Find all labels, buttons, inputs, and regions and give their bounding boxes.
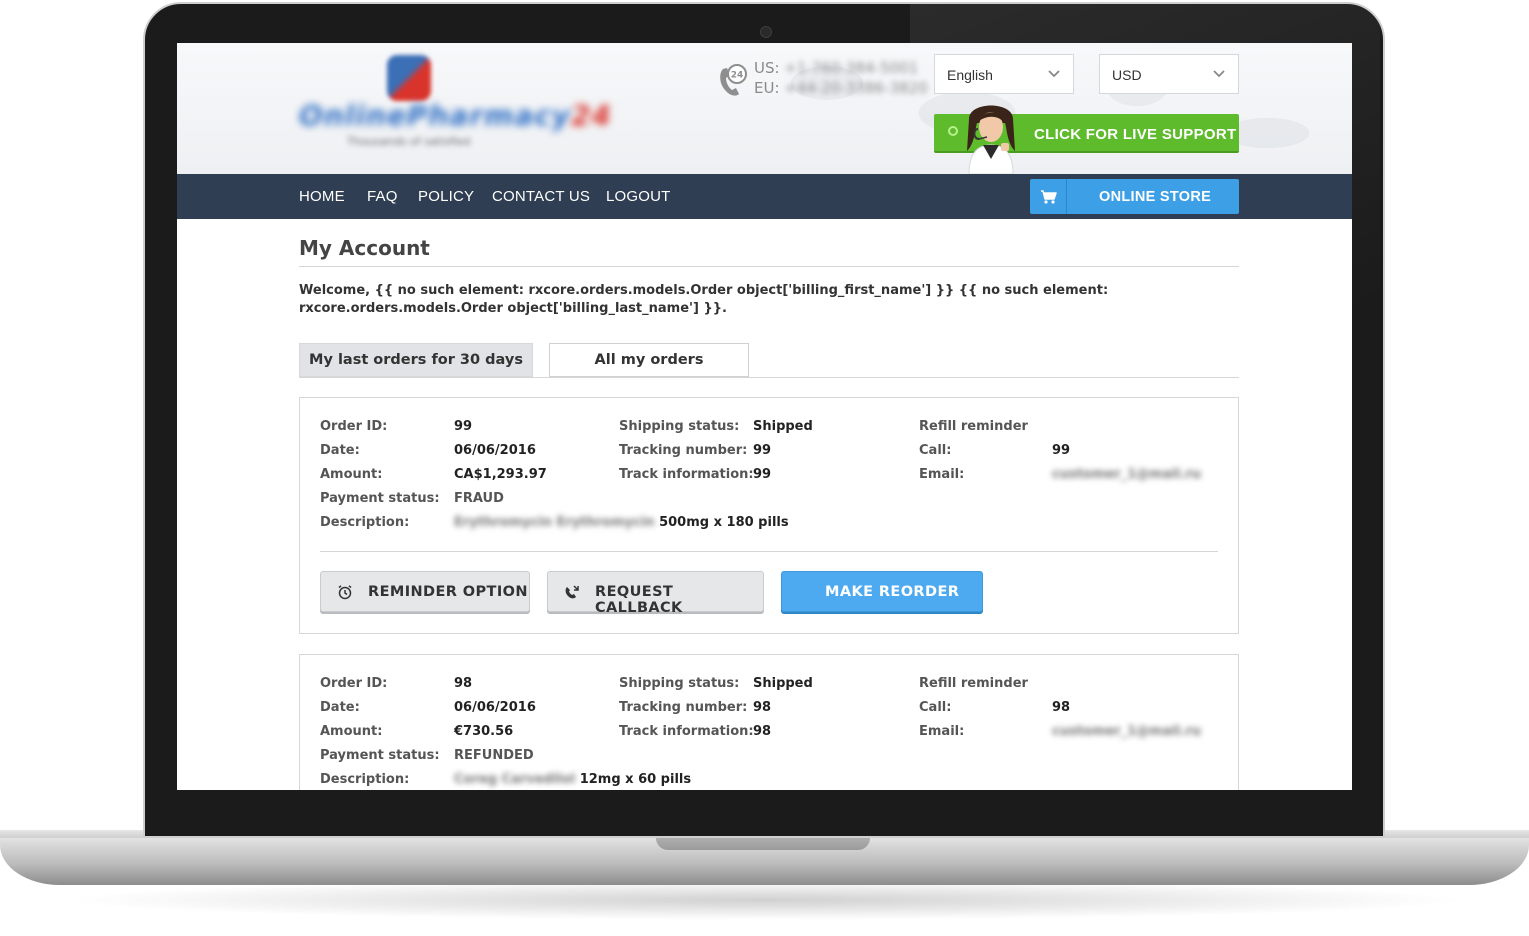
shopping-cart-icon xyxy=(1041,190,1057,204)
email-label: Email: xyxy=(919,724,965,739)
amount-label: Amount: xyxy=(320,724,383,739)
title-divider xyxy=(299,266,1239,267)
payment-status-label: Payment status: xyxy=(320,491,440,506)
email-label: Email: xyxy=(919,467,965,482)
description-product-name: Erythromycin Erythromycin xyxy=(454,515,655,530)
description-detail: 500mg x 180 pills xyxy=(659,515,789,530)
reminder-option-button[interactable]: REMINDER OPTION xyxy=(320,571,530,612)
description-label: Description: xyxy=(320,772,410,787)
currency-select[interactable]: USD xyxy=(1099,54,1239,94)
site-logo[interactable]: OnlinePharmacy24 Thousands of satisfied xyxy=(299,55,611,150)
description-detail: 12mg x 60 pills xyxy=(579,772,692,787)
reminder-option-label: REMINDER OPTION xyxy=(368,584,528,600)
amount-value: CA$1,293.97 xyxy=(454,467,547,482)
request-callback-label: REQUEST CALLBACK xyxy=(595,584,683,616)
track-information-value: 99 xyxy=(753,467,772,482)
us-phone-number[interactable]: +1-760-384-5001 xyxy=(784,58,918,78)
request-callback-button[interactable]: REQUEST CALLBACK xyxy=(547,571,764,616)
logo-mark-icon xyxy=(387,55,431,101)
nav-policy[interactable]: POLICY xyxy=(418,188,474,205)
make-reorder-label: MAKE REORDER xyxy=(825,584,960,600)
support-agent-avatar xyxy=(967,105,1015,174)
phone-numbers: US: +1-760-384-5001 EU: +44-20-3386-3820 xyxy=(754,58,928,98)
online-store-button[interactable]: ONLINE STORE xyxy=(1030,179,1239,214)
amount-label: Amount: xyxy=(320,467,383,482)
description-value: Coreg Carvedilol 12mg x 60 pills xyxy=(454,772,691,787)
us-label: US: xyxy=(754,59,780,77)
track-information-label: Track information: xyxy=(619,724,754,739)
language-select-value: English xyxy=(947,67,993,83)
date-label: Date: xyxy=(320,700,360,715)
browser-screen: OnlinePharmacy24 Thousands of satisfied … xyxy=(177,43,1352,790)
description-product-name: Coreg Carvedilol xyxy=(454,772,576,787)
track-information-label: Track information: xyxy=(619,467,754,482)
nav-contact-us[interactable]: CONTACT US xyxy=(492,188,590,205)
tracking-number-label: Tracking number: xyxy=(619,443,748,458)
order-id-label: Order ID: xyxy=(320,419,388,434)
refill-reminder-label: Refill reminder xyxy=(919,419,1028,434)
payment-status-value: FRAUD xyxy=(454,491,504,506)
nav-logout[interactable]: LOGOUT xyxy=(606,188,671,205)
tab-last-30-days[interactable]: My last orders for 30 days xyxy=(299,343,533,377)
order-card: Order ID: 98 Date: 06/06/2016 Amount: €7… xyxy=(299,654,1239,790)
live-support-label: CLICK FOR LIVE SUPPORT xyxy=(1034,126,1237,143)
eu-label: EU: xyxy=(754,79,780,97)
call-label: Call: xyxy=(919,443,952,458)
call-value: 99 xyxy=(1052,443,1071,458)
chevron-down-icon xyxy=(1213,70,1225,78)
tabs-divider xyxy=(299,377,1239,378)
shipping-status-value: Shipped xyxy=(753,419,813,434)
welcome-message: Welcome, {{ no such element: rxcore.orde… xyxy=(299,283,1109,316)
tracking-number-value: 98 xyxy=(753,700,772,715)
main-navbar: HOME FAQ POLICY CONTACT US LOGOUT ONLINE… xyxy=(177,174,1352,219)
currency-select-value: USD xyxy=(1112,67,1142,83)
alarm-clock-icon xyxy=(338,585,352,600)
site-header: OnlinePharmacy24 Thousands of satisfied … xyxy=(177,43,1352,174)
make-reorder-button[interactable]: MAKE REORDER xyxy=(781,571,983,612)
call-label: Call: xyxy=(919,700,952,715)
callback-phone-icon xyxy=(565,585,579,599)
shipping-status-value: Shipped xyxy=(753,676,813,691)
order-id-label: Order ID: xyxy=(320,676,388,691)
logo-tagline: Thousands of satisfied xyxy=(347,135,471,148)
tracking-number-value: 99 xyxy=(753,443,772,458)
shipping-status-label: Shipping status: xyxy=(619,419,740,434)
date-value: 06/06/2016 xyxy=(454,700,536,715)
refill-reminder-label: Refill reminder xyxy=(919,676,1028,691)
logo-wordmark: OnlinePharmacy24 xyxy=(299,99,612,132)
nav-faq[interactable]: FAQ xyxy=(367,188,398,205)
cart-icon-box xyxy=(1030,179,1067,214)
svg-text:24: 24 xyxy=(731,71,744,81)
order-divider xyxy=(320,551,1218,552)
amount-value: €730.56 xyxy=(454,724,514,739)
email-value: customer_1@mail.ru xyxy=(1052,467,1201,482)
email-value: customer_1@mail.ru xyxy=(1052,724,1201,739)
description-value: Erythromycin Erythromycin 500mg x 180 pi… xyxy=(454,515,789,530)
tracking-number-label: Tracking number: xyxy=(619,700,748,715)
nav-home[interactable]: HOME xyxy=(299,188,345,205)
language-select[interactable]: English xyxy=(934,54,1074,94)
order-card: Order ID: 99 Date: 06/06/2016 Amount: CA… xyxy=(299,397,1239,634)
page-title: My Account xyxy=(299,236,430,260)
order-id-value: 99 xyxy=(454,419,473,434)
online-store-label: ONLINE STORE xyxy=(1099,189,1212,205)
tab-all-orders[interactable]: All my orders xyxy=(549,343,749,377)
phone-24-icon: 24 xyxy=(720,64,747,96)
date-label: Date: xyxy=(320,443,360,458)
date-value: 06/06/2016 xyxy=(454,443,536,458)
webcam xyxy=(760,26,772,38)
payment-status-label: Payment status: xyxy=(320,748,440,763)
call-value: 98 xyxy=(1052,700,1071,715)
track-information-value: 98 xyxy=(753,724,772,739)
payment-status-value: REFUNDED xyxy=(454,748,534,763)
laptop-shadow xyxy=(60,880,1470,920)
description-label: Description: xyxy=(320,515,410,530)
chevron-down-icon xyxy=(1048,70,1060,78)
order-id-value: 98 xyxy=(454,676,473,691)
shipping-status-label: Shipping status: xyxy=(619,676,740,691)
eu-phone-number[interactable]: +44-20-3386-3820 xyxy=(784,78,927,98)
